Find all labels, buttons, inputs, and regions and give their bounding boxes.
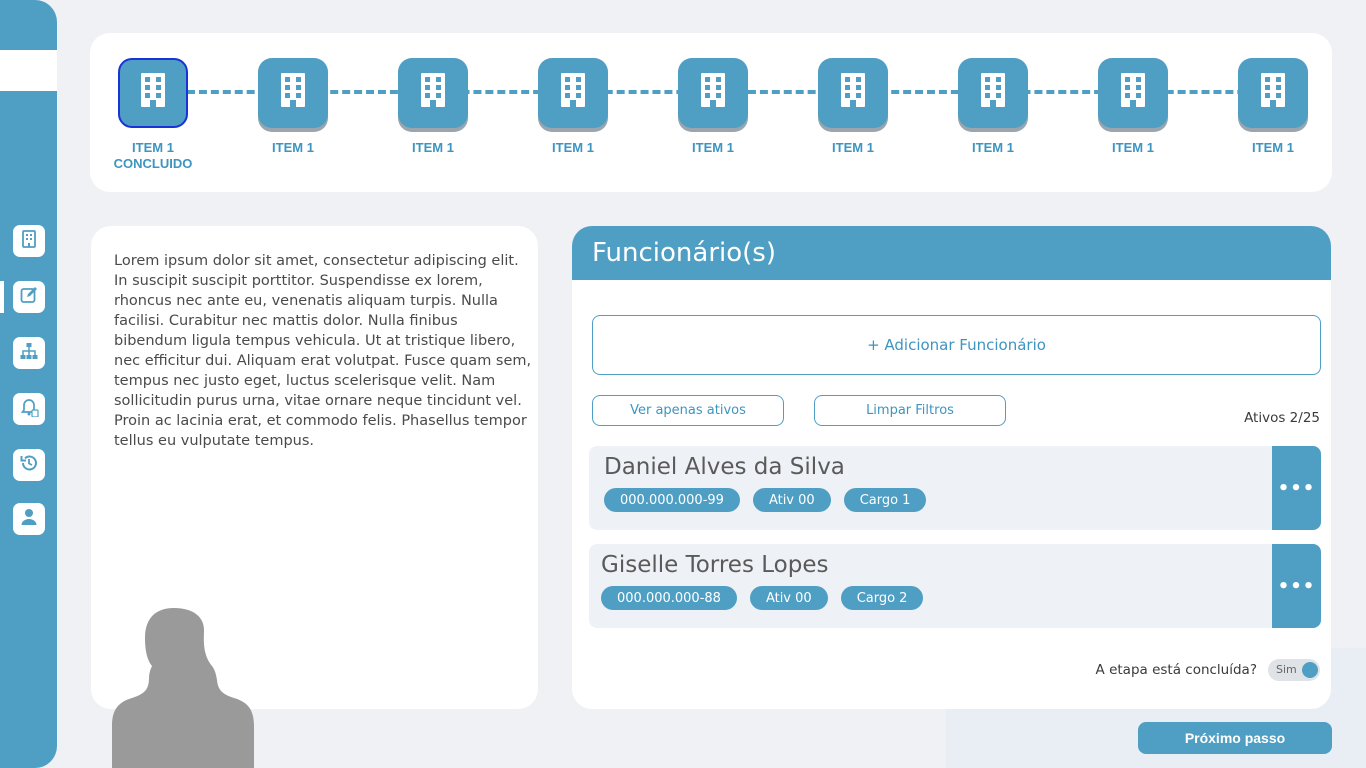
step-box (818, 58, 888, 128)
step-label: ITEM 1 (528, 140, 618, 156)
clear-filters-button[interactable]: Limpar Filtros (814, 395, 1006, 426)
step-label: ITEM 1 CONCLUIDO (108, 140, 198, 172)
employee-tags: 000.000.000-99 Ativ 00 Cargo 1 (604, 488, 927, 512)
sidebar-logo-area (0, 50, 57, 91)
step-label-title: ITEM 1 (272, 140, 314, 155)
step-label: ITEM 1 (668, 140, 758, 156)
active-count: Ativos 2/25 (1244, 410, 1320, 426)
step-item[interactable]: ITEM 1 (528, 58, 618, 156)
employee-cpf-badge: 000.000.000-88 (601, 586, 737, 610)
building-icon (696, 71, 730, 115)
intro-text: Lorem ipsum dolor sit amet, consectetur … (114, 253, 532, 449)
step-label: ITEM 1 (948, 140, 1038, 156)
filter-active-button[interactable]: Ver apenas ativos (592, 395, 784, 426)
step-label: ITEM 1 (1228, 140, 1318, 156)
building-icon (136, 71, 170, 115)
step-label-title: ITEM 1 (972, 140, 1014, 155)
step-label: ITEM 1 (808, 140, 898, 156)
employee-activity-badge: Ativ 00 (752, 488, 831, 512)
bell-document-icon (19, 397, 39, 421)
step-label-title: ITEM 1 (132, 140, 174, 155)
step-box (398, 58, 468, 128)
employee-cpf-badge: 000.000.000-99 (604, 488, 740, 512)
building-icon (19, 229, 39, 253)
more-options-button[interactable]: ••• (1272, 446, 1321, 530)
step-label-title: ITEM 1 (1112, 140, 1154, 155)
step-label-title: ITEM 1 (692, 140, 734, 155)
step-box (118, 58, 188, 128)
step-item[interactable]: ITEM 1 CONCLUIDO (108, 58, 198, 172)
building-icon (976, 71, 1010, 115)
sidebar-item-organization[interactable] (13, 337, 45, 369)
building-icon (836, 71, 870, 115)
ellipsis-icon: ••• (1277, 477, 1316, 499)
step-item[interactable]: ITEM 1 (1228, 58, 1318, 156)
sidebar-item-history[interactable] (13, 449, 45, 481)
step-label-title: ITEM 1 (412, 140, 454, 155)
edit-icon (19, 285, 39, 309)
step-label-title: ITEM 1 (832, 140, 874, 155)
sidebar-active-indicator (0, 281, 4, 313)
step-box (1238, 58, 1308, 128)
employees-header: Funcionário(s) (572, 226, 1331, 280)
employee-row[interactable]: Daniel Alves da Silva 000.000.000-99 Ati… (589, 446, 1321, 530)
step-box (538, 58, 608, 128)
step-box (678, 58, 748, 128)
person-silhouette-illustration (112, 608, 254, 768)
step-item[interactable]: ITEM 1 (668, 58, 758, 156)
employee-name: Giselle Torres Lopes (601, 552, 829, 578)
building-icon (416, 71, 450, 115)
building-icon (1116, 71, 1150, 115)
step-label-title: ITEM 1 (552, 140, 594, 155)
employee-activity-badge: Ativ 00 (749, 586, 828, 610)
employees-panel: Funcionário(s) + Adicionar Funcionário V… (572, 226, 1331, 709)
step-item[interactable]: ITEM 1 (248, 58, 338, 156)
sidebar (0, 0, 57, 768)
step-label: ITEM 1 (248, 140, 338, 156)
next-step-button[interactable]: Próximo passo (1138, 722, 1332, 754)
sidebar-item-notifications[interactable] (13, 393, 45, 425)
sidebar-item-edit[interactable] (13, 281, 45, 313)
ellipsis-icon: ••• (1277, 575, 1316, 597)
step-done-question: A etapa está concluída? (1095, 662, 1257, 678)
step-label: ITEM 1 (388, 140, 478, 156)
employee-name: Daniel Alves da Silva (604, 454, 845, 480)
sidebar-item-profile[interactable] (13, 503, 45, 535)
step-item[interactable]: ITEM 1 (1088, 58, 1178, 156)
step-box (258, 58, 328, 128)
step-label-title: ITEM 1 (1252, 140, 1294, 155)
step-item[interactable]: ITEM 1 (948, 58, 1038, 156)
employee-row[interactable]: Giselle Torres Lopes 000.000.000-88 Ativ… (589, 544, 1321, 628)
org-chart-icon (19, 341, 39, 365)
step-done-toggle[interactable]: Sim (1268, 659, 1320, 681)
user-icon (19, 507, 39, 531)
step-box (958, 58, 1028, 128)
more-options-button[interactable]: ••• (1272, 544, 1321, 628)
employees-title: Funcionário(s) (592, 238, 776, 268)
step-label: ITEM 1 (1088, 140, 1178, 156)
toggle-knob (1302, 662, 1318, 678)
employee-tags: 000.000.000-88 Ativ 00 Cargo 2 (601, 586, 924, 610)
steps-progress: ITEM 1 CONCLUIDO ITEM 1 ITEM 1 ITEM 1 ITEM 1I… (90, 33, 1332, 192)
step-box (1098, 58, 1168, 128)
step-item[interactable]: ITEM 1 (388, 58, 478, 156)
step-label-status: CONCLUIDO (113, 156, 193, 171)
toggle-label: Sim (1276, 663, 1297, 676)
sidebar-item-building[interactable] (13, 225, 45, 257)
history-icon (19, 453, 39, 477)
employee-role-badge: Cargo 2 (840, 586, 924, 610)
employee-role-badge: Cargo 1 (843, 488, 927, 512)
building-icon (1256, 71, 1290, 115)
building-icon (276, 71, 310, 115)
building-icon (556, 71, 590, 115)
step-item[interactable]: ITEM 1 (808, 58, 898, 156)
add-employee-button[interactable]: + Adicionar Funcionário (592, 315, 1321, 375)
